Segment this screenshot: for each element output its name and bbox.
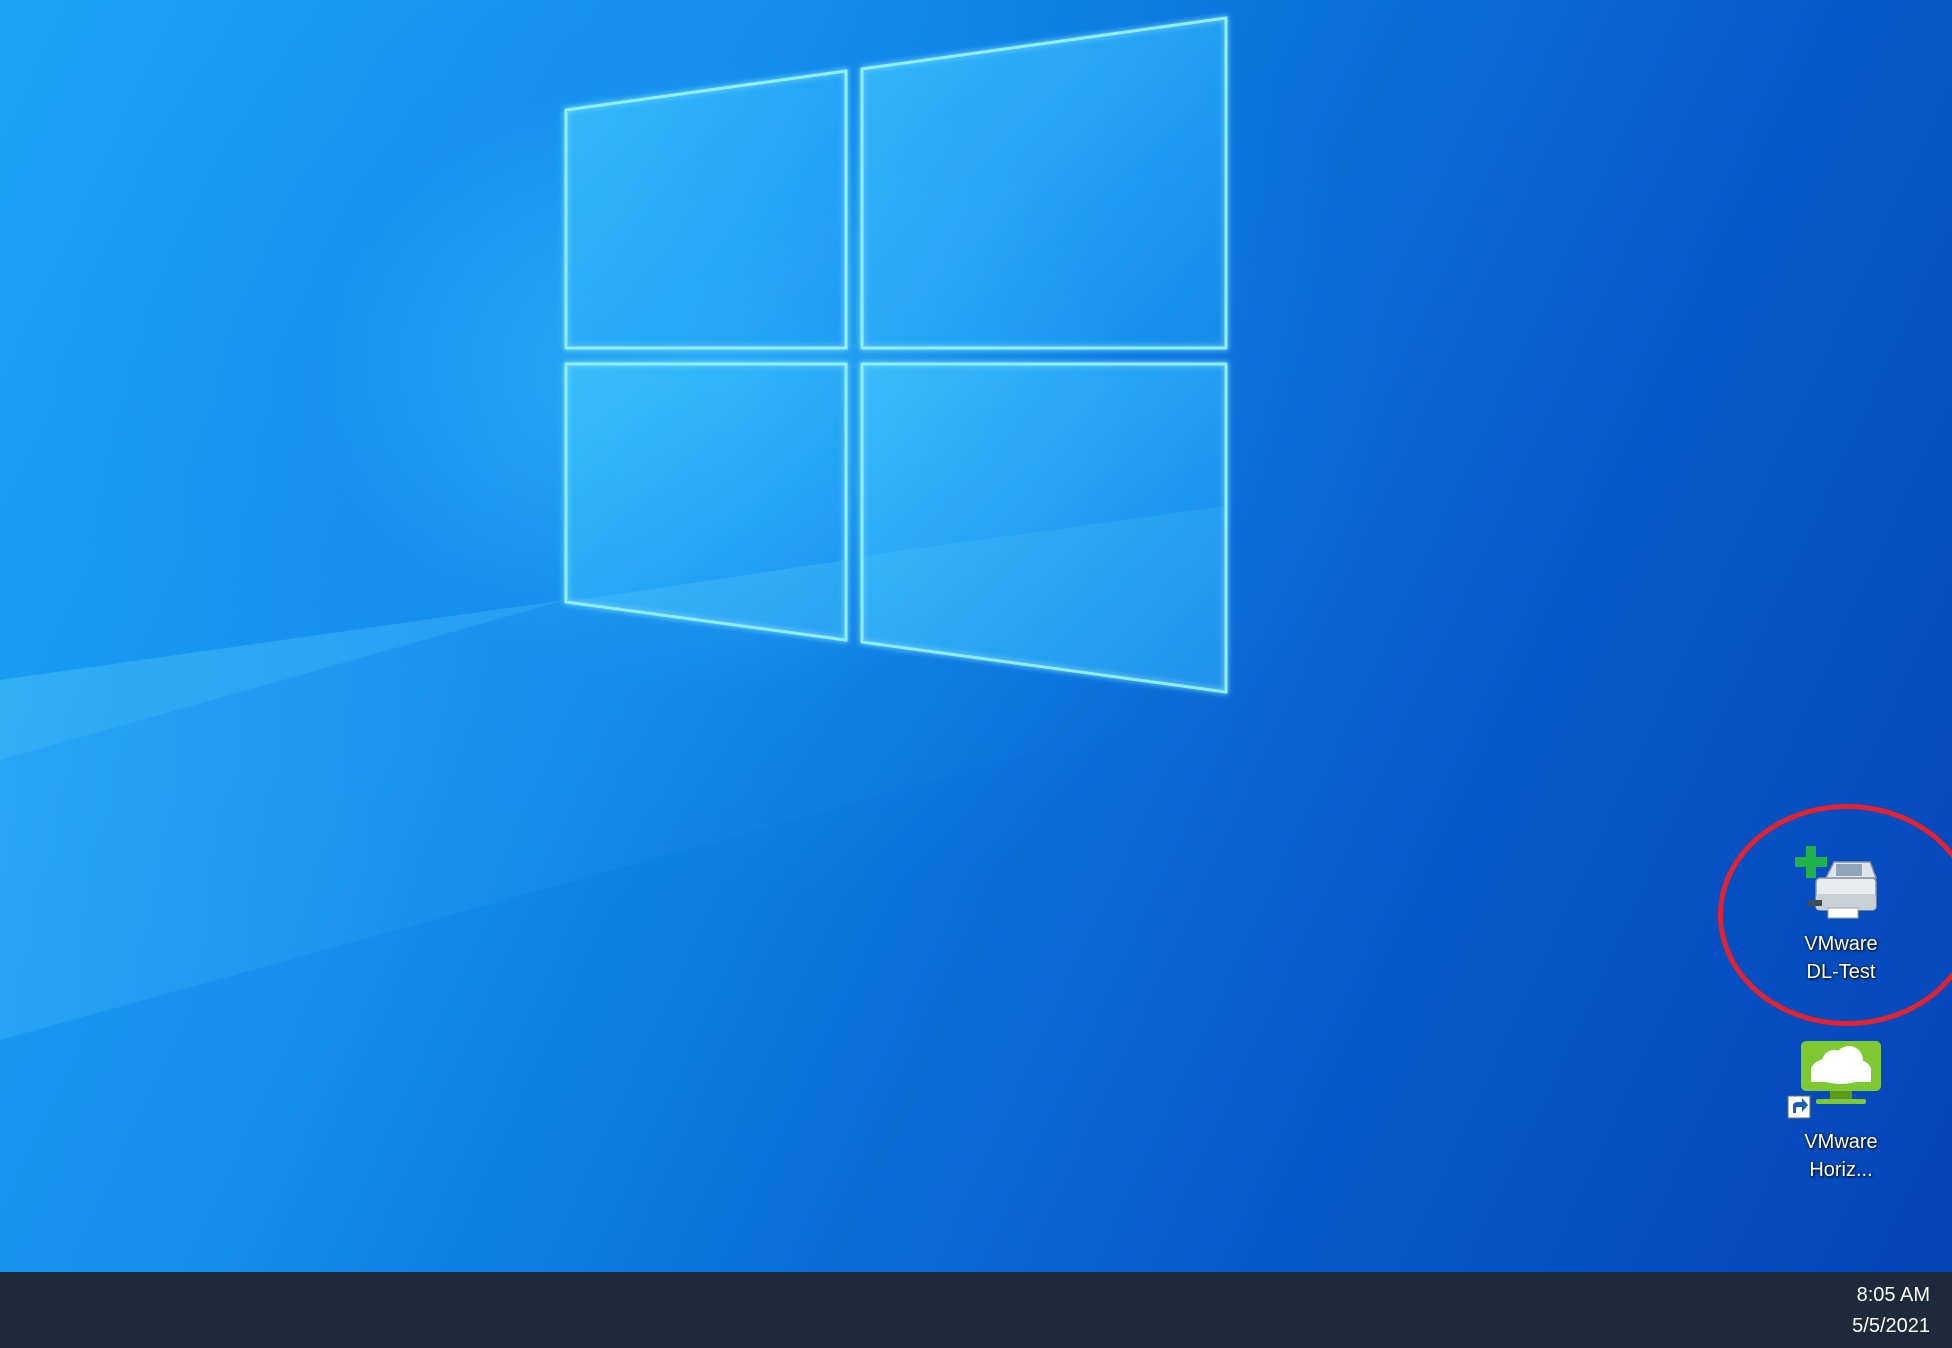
vmware-horizon-icon xyxy=(1786,1036,1896,1128)
printer-icon xyxy=(1786,838,1896,930)
taskbar[interactable]: 8:05 AM 5/5/2021 xyxy=(0,1272,1952,1348)
windows-logo-light-art xyxy=(0,16,1228,1040)
clock-time: 8:05 AM xyxy=(1856,1284,1930,1306)
desktop-icon-vmware-dl-test[interactable]: VMware DL-Test xyxy=(1786,838,1896,986)
desktop-icon-label: VMware DL-Test xyxy=(1804,933,1878,983)
clock-date: 5/5/2021 xyxy=(1852,1315,1930,1337)
desktop-screen: VMware DL-Test VMware Horiz... 8:05 AM 5… xyxy=(0,0,1952,1348)
taskbar-clock[interactable]: 8:05 AM 5/5/2021 xyxy=(1848,1280,1934,1342)
desktop-icon-vmware-horizon[interactable]: VMware Horiz... xyxy=(1786,1036,1896,1184)
desktop-icon-label: VMware Horiz... xyxy=(1804,1131,1878,1181)
desktop-wallpaper[interactable] xyxy=(0,0,1952,1272)
